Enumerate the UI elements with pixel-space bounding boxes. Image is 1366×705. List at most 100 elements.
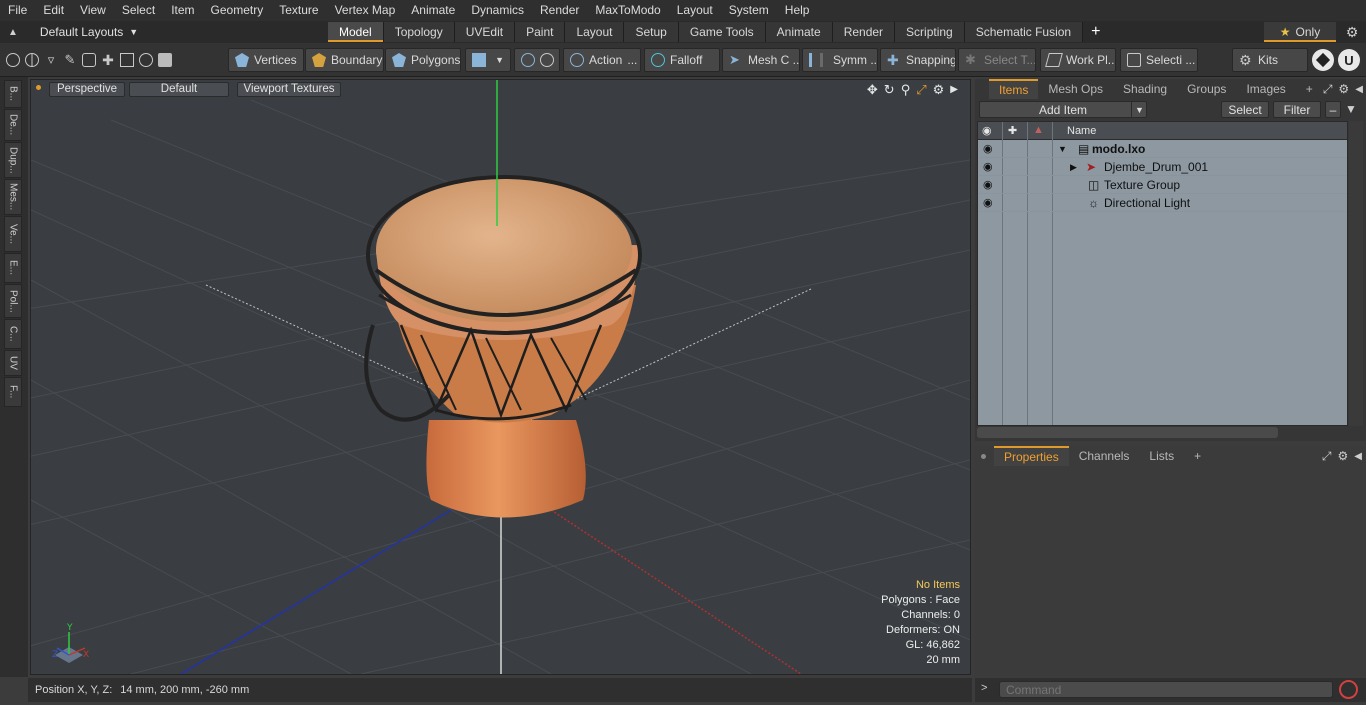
unreal-button[interactable]: U	[1338, 49, 1360, 71]
stack-icon[interactable]	[82, 53, 96, 67]
viewport-scene[interactable]: Y X Z	[31, 80, 970, 674]
viewport-expand-icon[interactable]: ▶	[950, 82, 958, 98]
brush-icon[interactable]: ✎	[63, 53, 77, 67]
add-item-button[interactable]: Add Item	[979, 101, 1147, 118]
menu-texture[interactable]: Texture	[271, 0, 326, 21]
rotate-icon[interactable]	[139, 53, 153, 67]
globe-icon[interactable]	[25, 53, 39, 67]
left-tab-fusion[interactable]: F...	[4, 377, 22, 407]
type-column-icon[interactable]: ▲	[1033, 124, 1044, 136]
tab-animate[interactable]: Animate	[765, 22, 833, 42]
tab-lists[interactable]: Lists	[1139, 447, 1184, 465]
menu-dynamics[interactable]: Dynamics	[463, 0, 532, 21]
symmetry-button[interactable]: Symm ...	[802, 48, 878, 72]
tab-layout[interactable]: Layout	[565, 22, 625, 42]
material-toggle-group[interactable]	[514, 48, 560, 72]
panel-gear-icon[interactable]: ⚙	[1338, 449, 1349, 463]
add-tab-button[interactable]: +	[1083, 22, 1108, 42]
tree-row-mesh[interactable]: ◉ ▶ ➤ Djembe_Drum_001	[978, 158, 1347, 176]
eye-icon[interactable]: ◉	[983, 161, 995, 173]
filter-button[interactable]: Filter	[1273, 101, 1321, 118]
menu-system[interactable]: System	[721, 0, 777, 21]
circle-select-icon[interactable]	[6, 53, 20, 67]
move-icon[interactable]: ✚	[101, 53, 115, 67]
panel-arrow-icon[interactable]: ◀	[1355, 84, 1363, 95]
add-panel-tab-button[interactable]: +	[1296, 80, 1323, 98]
tab-groups[interactable]: Groups	[1177, 80, 1236, 98]
vertices-button[interactable]: Vertices	[228, 48, 304, 72]
tab-items[interactable]: Items	[989, 79, 1039, 99]
select-through-button[interactable]: ✱ Select T...	[958, 48, 1036, 72]
expand-icon[interactable]: ⤢	[1322, 449, 1332, 464]
tree-row-scene[interactable]: ◉ ▼ ▤ modo.lxo	[978, 140, 1347, 158]
expand-icon[interactable]: ⤢	[1323, 82, 1333, 97]
tab-properties[interactable]: Properties	[994, 446, 1069, 466]
left-tab-mesh[interactable]: Mes...	[4, 179, 22, 215]
left-tab-polygon[interactable]: Pol...	[4, 284, 22, 318]
items-tree[interactable]: ◉ ✚ ▲ Name ◉ ▼ ▤ modo.lxo ◉ ▶ ➤ Djembe_D…	[977, 121, 1348, 426]
selection-sets-button[interactable]: Selecti ...	[1120, 48, 1198, 72]
chevron-down-icon[interactable]: ▼	[1131, 101, 1147, 118]
collapse-icon[interactable]: –	[1325, 101, 1341, 118]
menu-maxtomodo[interactable]: MaxToModo	[587, 0, 668, 21]
viewport-textures-button[interactable]: Viewport Textures	[237, 82, 341, 97]
tab-schematic-fusion[interactable]: Schematic Fusion	[964, 22, 1084, 42]
menu-animate[interactable]: Animate	[403, 0, 463, 21]
left-tab-duplicate[interactable]: Dup...	[4, 142, 22, 178]
menu-vertex-map[interactable]: Vertex Map	[327, 0, 404, 21]
add-panel-tab-button[interactable]: +	[1184, 447, 1211, 465]
items-horizontal-scrollbar[interactable]	[977, 427, 1278, 438]
tab-mesh-ops[interactable]: Mesh Ops	[1038, 80, 1113, 98]
menu-file[interactable]: File	[0, 0, 35, 21]
unity-button[interactable]	[1312, 49, 1334, 71]
eye-icon[interactable]: ◉	[983, 143, 995, 155]
menu-help[interactable]: Help	[777, 0, 818, 21]
panel-menu-dot-icon[interactable]	[981, 453, 986, 459]
tab-channels[interactable]: Channels	[1069, 447, 1140, 465]
tab-game-tools[interactable]: Game Tools	[678, 22, 766, 42]
pan-icon[interactable]: ✥	[867, 82, 878, 98]
menu-layout[interactable]: Layout	[669, 0, 721, 21]
kits-button[interactable]: ⚙ Kits	[1232, 48, 1308, 72]
lock-column-icon[interactable]: ✚	[1008, 124, 1017, 137]
tab-uvedit[interactable]: UVEdit	[454, 22, 516, 42]
command-record-icon[interactable]	[1339, 680, 1358, 699]
only-toggle[interactable]: ★ Only	[1264, 22, 1336, 42]
polygons-button[interactable]: Polygons	[385, 48, 461, 72]
tab-scripting[interactable]: Scripting	[895, 22, 965, 42]
boundary-button[interactable]: Boundary	[305, 48, 384, 72]
name-column-header[interactable]: Name	[1067, 125, 1096, 137]
viewport-menu-dot-icon[interactable]	[36, 85, 41, 90]
zoom-icon[interactable]: ⚲	[901, 82, 911, 98]
left-tab-uv[interactable]: UV	[4, 350, 22, 376]
snapping-button[interactable]: ✚ Snapping	[880, 48, 956, 72]
tree-row-light[interactable]: ◉ ☼ Directional Light	[978, 194, 1347, 212]
pen-icon[interactable]: ▿	[44, 53, 58, 67]
left-tab-basic[interactable]: B...	[4, 80, 22, 108]
viewport-shading-button[interactable]: Default	[129, 82, 229, 97]
cube-icon[interactable]	[158, 53, 172, 67]
tab-model[interactable]: Model	[328, 22, 384, 42]
tab-images[interactable]: Images	[1236, 80, 1295, 98]
menu-geometry[interactable]: Geometry	[203, 0, 272, 21]
viewport-mode-button[interactable]: Perspective	[49, 82, 125, 97]
menu-item[interactable]: Item	[163, 0, 202, 21]
funnel-icon[interactable]: ▼	[1345, 102, 1359, 116]
left-tab-vertex[interactable]: Ve...	[4, 216, 22, 252]
menu-render[interactable]: Render	[532, 0, 587, 21]
viewport-gear-icon[interactable]: ⚙	[933, 82, 945, 98]
layout-preset-dropdown[interactable]: ▲ Default Layouts ▼	[8, 21, 138, 43]
3d-viewport[interactable]: Y X Z Perspective Default Viewport Textu…	[30, 79, 971, 675]
item-mode-dropdown[interactable]: ▼	[465, 48, 511, 72]
mesh-constraints-button[interactable]: ➤ Mesh C ...	[722, 48, 800, 72]
command-input[interactable]	[999, 681, 1333, 698]
tree-row-texture-group[interactable]: ◉ ◫ Texture Group	[978, 176, 1347, 194]
left-tab-deform[interactable]: De...	[4, 109, 22, 141]
work-plane-button[interactable]: Work Pl...	[1040, 48, 1116, 72]
expand-arrow-icon[interactable]: ▶	[1070, 159, 1077, 175]
square-icon[interactable]	[120, 53, 134, 67]
menu-view[interactable]: View	[72, 0, 114, 21]
tab-paint[interactable]: Paint	[515, 22, 566, 42]
action-center-button[interactable]: Action ...	[563, 48, 641, 72]
expand-arrow-icon[interactable]: ▼	[1058, 141, 1067, 157]
